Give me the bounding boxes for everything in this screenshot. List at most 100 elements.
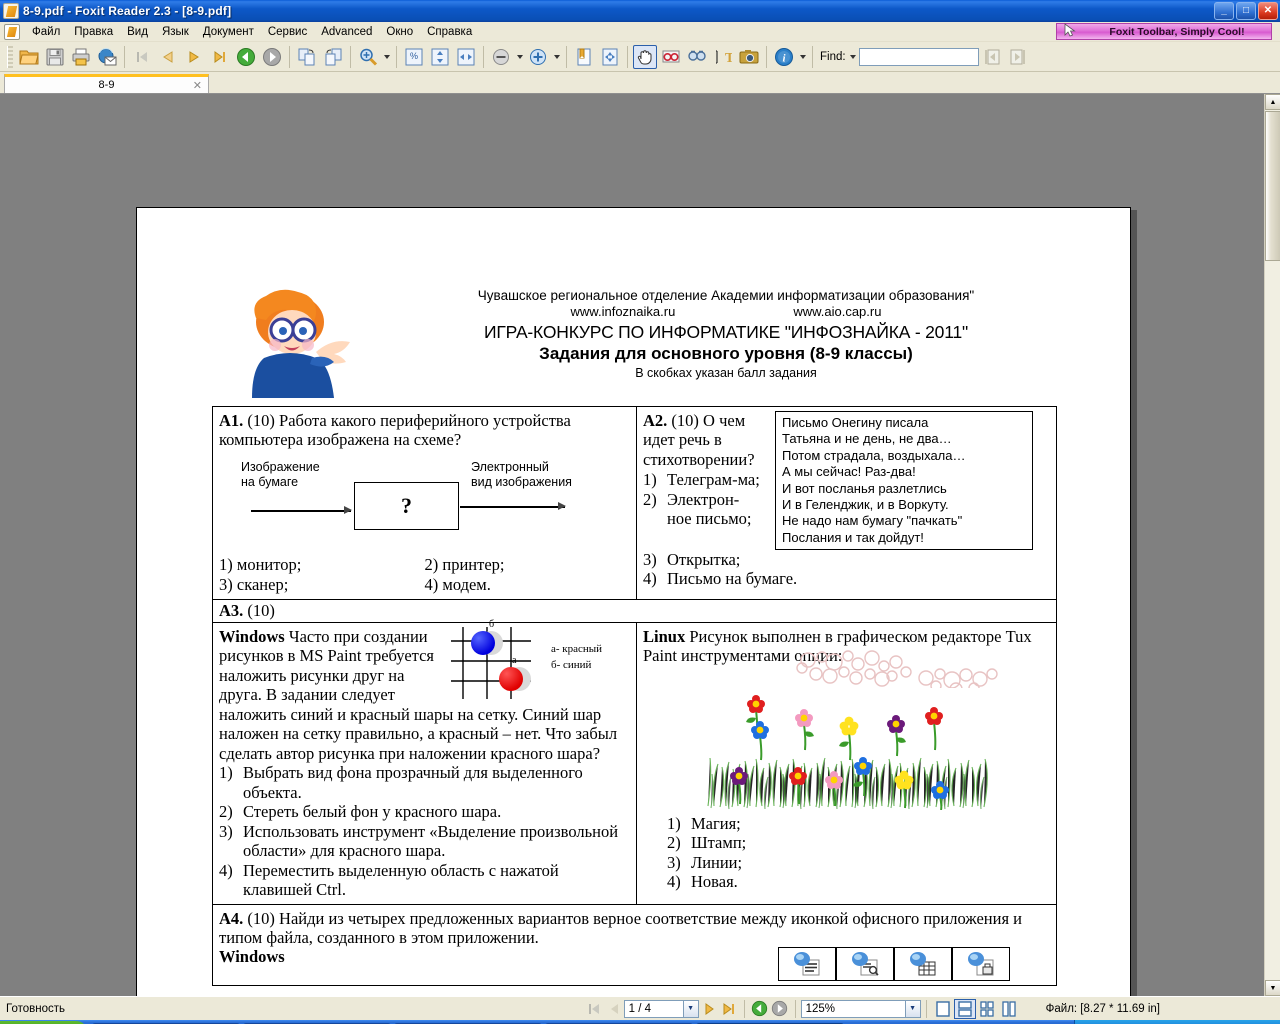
find-tool-icon[interactable] — [685, 45, 709, 69]
hand-tool-icon[interactable] — [633, 44, 657, 69]
save-icon[interactable] — [43, 45, 67, 69]
a2-option-2: 2) Электрон-ное письмо; — [643, 490, 763, 529]
next-view-icon[interactable] — [260, 45, 284, 69]
typewriter-icon[interactable]: T — [711, 45, 735, 69]
zoom-in-icon[interactable] — [526, 45, 550, 69]
menu-file[interactable]: Файл — [25, 24, 67, 40]
foxit-ad-text: Foxit Toolbar, Simply Cool! — [1109, 25, 1245, 38]
find-dropdown-arrow-icon[interactable] — [848, 45, 859, 69]
previous-view-icon[interactable] — [234, 45, 258, 69]
status-previous-view-icon[interactable] — [750, 999, 770, 1019]
print-icon[interactable] — [69, 45, 93, 69]
menu-view[interactable]: Вид — [120, 24, 155, 40]
menu-document[interactable]: Документ — [196, 24, 261, 40]
find-previous-icon[interactable] — [980, 45, 1004, 69]
a3-linux-os-label: Linux — [643, 626, 686, 646]
a2-option-1: 1) Телеграм-ма; — [643, 470, 763, 489]
email-icon[interactable] — [95, 45, 119, 69]
find-input[interactable] — [858, 47, 979, 66]
a1-option-1-text: монитор; — [236, 554, 302, 574]
snapshot-icon[interactable] — [737, 45, 761, 69]
fit-visible-icon[interactable] — [598, 45, 622, 69]
actual-size-icon[interactable]: % — [402, 45, 426, 69]
next-page-icon[interactable] — [182, 45, 206, 69]
page-number-value[interactable]: 1 / 4 — [623, 999, 684, 1018]
page-combo-arrow-icon[interactable]: ▼ — [683, 999, 699, 1018]
question-a3-points: (10) — [247, 600, 275, 620]
zoom-dropdown-arrow-icon[interactable] — [381, 45, 392, 69]
a3-linux-option-3: 3) Линии; — [667, 853, 1050, 872]
bookmark-icon[interactable] — [572, 45, 596, 69]
properties-dropdown-arrow-icon[interactable] — [797, 45, 808, 69]
menu-edit[interactable]: Правка — [67, 24, 120, 40]
single-page-view-icon[interactable] — [932, 999, 954, 1019]
menu-help[interactable]: Справка — [420, 24, 479, 40]
minimize-button[interactable]: _ — [1214, 2, 1234, 20]
question-a4-label: A4. — [219, 908, 244, 928]
zoom-tool-icon[interactable] — [356, 45, 380, 69]
a1-output-label: Электронный вид изображения — [471, 460, 572, 490]
toolbar-grip[interactable] — [7, 45, 13, 68]
zoom-level-dropdown-arrow-icon[interactable] — [514, 45, 525, 69]
question-a2-label: A2. — [643, 411, 668, 430]
document-tab-8-9[interactable]: 8-9 ✕ — [4, 74, 209, 93]
fit-page-icon[interactable] — [428, 45, 452, 69]
select-text-icon[interactable] — [659, 45, 683, 69]
find-label: Find: — [820, 50, 846, 63]
a3-legend-a: а- красный — [551, 642, 603, 655]
a3-legend: а- красный б- синий — [551, 641, 602, 674]
fit-width-icon[interactable] — [454, 45, 478, 69]
a3-windows-option-3: 3) Использовать инструмент «Выделение пр… — [219, 822, 630, 861]
page-number-combo[interactable]: 1 / 4 ▼ — [623, 999, 699, 1018]
menu-language[interactable]: Язык — [155, 24, 196, 40]
pdf-viewer-area[interactable]: Чувашское региональное отделение Академи… — [0, 94, 1280, 996]
poem-line-8: Послания и так дойдут! — [782, 529, 924, 545]
status-last-page-icon[interactable] — [719, 999, 739, 1019]
header-points-note: В скобках указан балл задания — [635, 366, 817, 380]
zoom-combo[interactable]: 125% ▼ — [800, 999, 921, 1018]
menu-window[interactable]: Окно — [379, 24, 420, 40]
zoom-combo-arrow-icon[interactable]: ▼ — [905, 999, 921, 1018]
facing-view-icon[interactable] — [976, 999, 998, 1019]
zoom-in-dropdown-arrow-icon[interactable] — [551, 45, 562, 69]
vertical-scroll-thumb[interactable] — [1265, 111, 1280, 261]
a1-input-label-line1: Изображение — [241, 459, 320, 474]
rotate-counterclockwise-icon[interactable] — [321, 45, 345, 69]
open-icon[interactable] — [17, 45, 41, 69]
status-next-page-icon[interactable] — [699, 999, 719, 1019]
a3-linux-option-3-num: 3) — [667, 852, 681, 872]
maximize-button[interactable]: □ — [1236, 2, 1256, 20]
a2-option-1-text: Телеграм-ма; — [667, 470, 760, 490]
zoom-out-icon[interactable] — [489, 45, 513, 69]
poem-line-7: Не надо нам бумагу "пачкать" — [782, 513, 963, 529]
a3-linux-option-4: 4) Новая. — [667, 872, 1050, 891]
tab-close-icon[interactable]: ✕ — [193, 79, 202, 92]
scroll-up-arrow-icon[interactable]: ▲ — [1265, 94, 1280, 110]
continuous-view-icon[interactable] — [953, 998, 976, 1019]
a2-option-4-num: 4) — [643, 569, 657, 589]
scroll-down-arrow-icon[interactable]: ▼ — [1265, 980, 1280, 996]
find-next-icon[interactable] — [1006, 45, 1030, 69]
last-page-icon[interactable] — [208, 45, 232, 69]
rotate-clockwise-icon[interactable] — [295, 45, 319, 69]
menu-tools[interactable]: Сервис — [261, 24, 314, 40]
first-page-icon[interactable] — [130, 45, 154, 69]
foxit-toolbar-ad[interactable]: Foxit Toolbar, Simply Cool! — [1056, 23, 1272, 40]
status-previous-page-icon[interactable] — [604, 999, 624, 1019]
close-button[interactable]: ✕ — [1258, 2, 1278, 20]
menu-advanced[interactable]: Advanced — [314, 24, 379, 40]
a1-option-2-text: принтер; — [442, 554, 505, 574]
zoom-level-value[interactable]: 125% — [800, 999, 906, 1018]
a1-option-3-num: 3) — [219, 574, 233, 594]
continuous-facing-view-icon[interactable] — [998, 999, 1020, 1019]
a2-option-3-text: Открытка; — [667, 550, 741, 569]
status-first-page-icon[interactable] — [584, 999, 604, 1019]
a1-option-2-num: 2) — [424, 554, 439, 574]
status-next-view-icon[interactable] — [770, 999, 790, 1019]
vertical-scrollbar[interactable]: ▲ ▼ — [1264, 94, 1280, 996]
tux-paint-picture — [705, 650, 998, 810]
document-properties-icon[interactable]: i — [772, 45, 796, 69]
a4-icon-presentation — [836, 947, 894, 982]
a3-paint-figure: б а а- красный б- синий — [451, 619, 626, 703]
previous-page-icon[interactable] — [156, 45, 180, 69]
